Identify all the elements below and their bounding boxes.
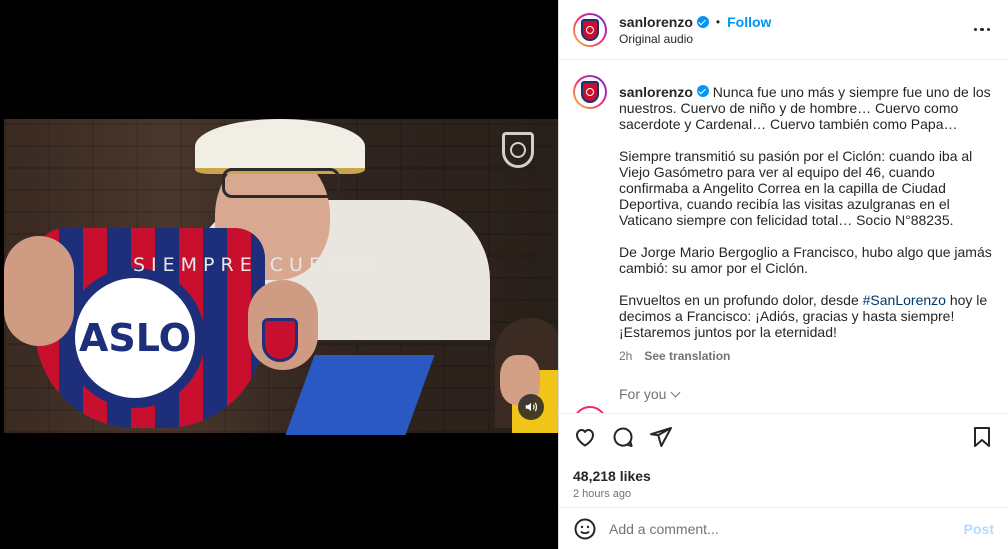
club-shield-icon xyxy=(581,81,599,103)
comment-box: Post xyxy=(559,507,1008,549)
follow-button[interactable]: Follow xyxy=(727,14,771,30)
for-you-label: For you xyxy=(619,386,667,402)
person-glasses xyxy=(222,168,340,198)
heart-icon[interactable] xyxy=(573,425,597,449)
emoji-icon[interactable] xyxy=(573,517,597,541)
club-shield-icon xyxy=(581,18,599,41)
hashtag-link[interactable]: #SanLorenzo xyxy=(863,292,946,308)
caption-text-3: De Jorge Mario Bergoglio a Francisco, hu… xyxy=(619,244,992,276)
post-header: sanlorenzo • Follow Original audio xyxy=(559,0,1008,60)
post-timestamp: 2 hours ago xyxy=(573,488,632,500)
media-area: ASLO SIEMPRE CUERVO xyxy=(0,0,558,549)
post-button[interactable]: Post xyxy=(964,521,994,537)
username-link[interactable]: sanlorenzo xyxy=(619,14,693,30)
instagram-post-modal: ASLO SIEMPRE CUERVO sanlorenzo • Follow xyxy=(0,0,1008,549)
pennant-badge: ASLO xyxy=(65,268,205,408)
separator-dot: • xyxy=(715,14,721,29)
see-translation-link[interactable]: See translation xyxy=(644,348,730,364)
likes-count[interactable]: 48,218 likes xyxy=(573,468,994,484)
comment-input[interactable] xyxy=(609,520,964,537)
caption-text-4a: Envueltos en un profundo dolor, desde xyxy=(619,292,863,308)
actions-bar: 48,218 likes 2 hours ago xyxy=(559,413,1008,500)
chevron-down-icon xyxy=(671,387,681,397)
video-overlay-text: SIEMPRE CUERVO xyxy=(133,254,385,276)
person-hat xyxy=(195,119,365,174)
post-age: 2h xyxy=(619,349,633,363)
share-icon[interactable] xyxy=(649,425,673,449)
more-options-icon[interactable] xyxy=(970,18,994,42)
verified-badge-icon xyxy=(696,85,709,97)
post-caption: sanlorenzo Nunca fue uno más y siempre f… xyxy=(573,75,994,364)
avatar[interactable] xyxy=(573,75,607,109)
audio-link[interactable]: Original audio xyxy=(619,32,970,46)
speaker-icon[interactable] xyxy=(518,394,544,420)
caption-text-2: Siempre transmitió su pasión por el Cicl… xyxy=(619,148,973,228)
club-watermark-icon xyxy=(502,132,534,168)
avatar[interactable] xyxy=(573,406,607,413)
post-panel: sanlorenzo • Follow Original audio sanlo… xyxy=(558,0,1008,549)
bookmark-icon[interactable] xyxy=(970,425,994,449)
verified-badge-icon xyxy=(696,15,709,28)
comment-icon[interactable] xyxy=(611,425,635,449)
left-hand xyxy=(4,236,74,346)
for-you-toggle[interactable]: For you xyxy=(619,386,994,402)
caption-username[interactable]: sanlorenzo xyxy=(619,84,693,100)
avatar[interactable] xyxy=(573,12,607,47)
comments-section: sanlorenzo Nunca fue uno más y siempre f… xyxy=(559,61,1008,413)
club-shield-icon xyxy=(262,318,298,362)
